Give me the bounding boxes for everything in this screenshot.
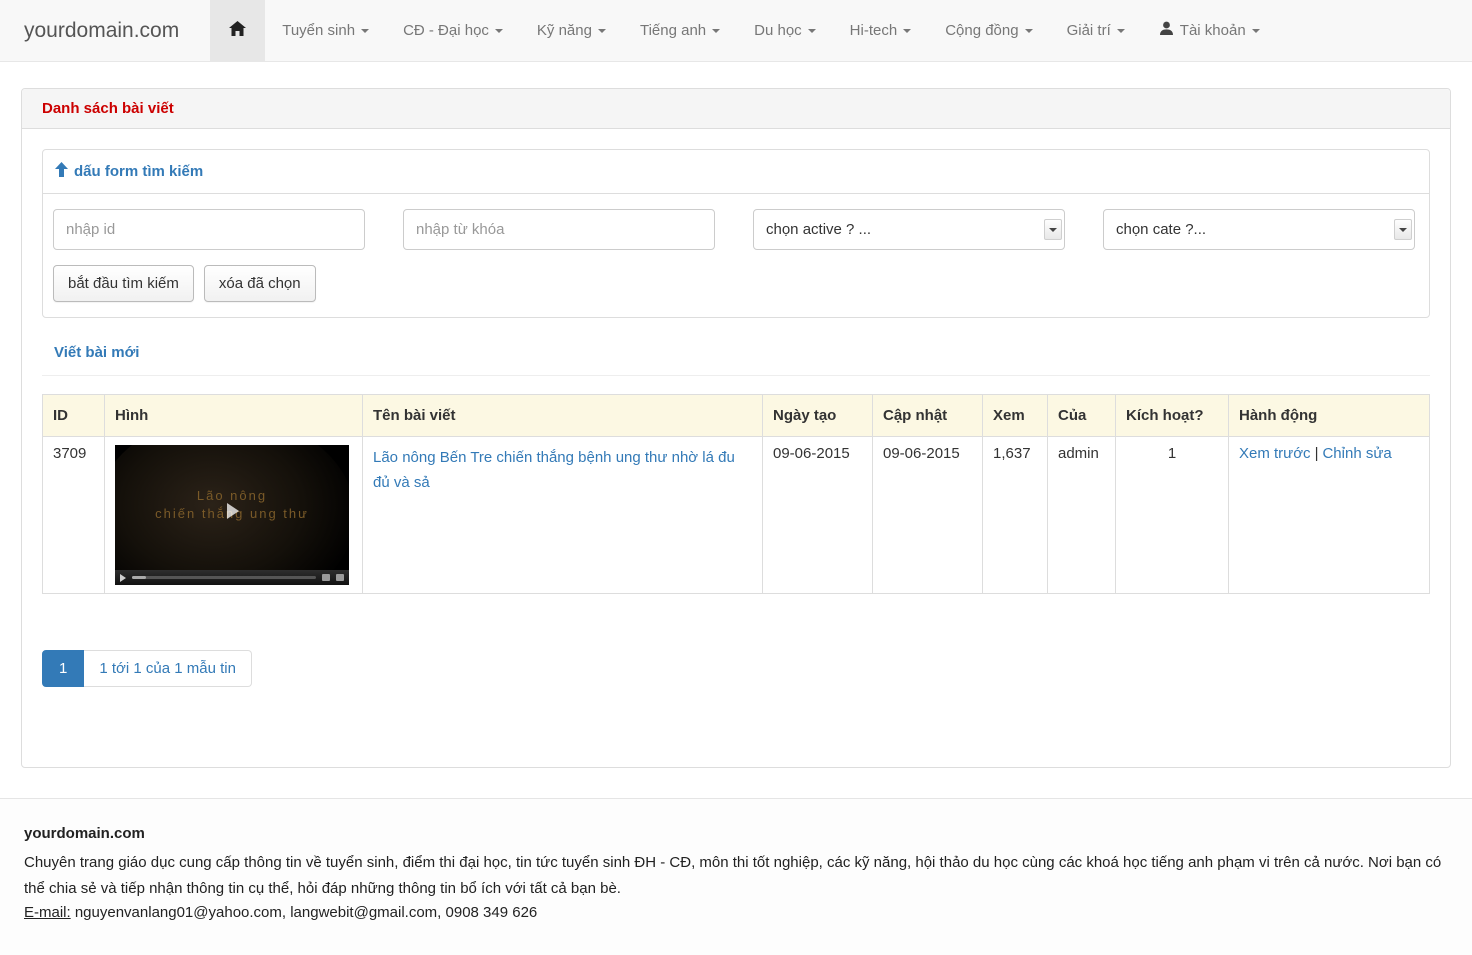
nav-home[interactable] (210, 0, 266, 61)
email-addresses: nguyenvanlang01@yahoo.com, langwebit@gma… (70, 904, 538, 921)
player-play-icon (120, 573, 126, 582)
caret-down-icon (807, 28, 816, 33)
arrow-up-icon (55, 162, 68, 181)
new-post-link[interactable]: Viết bài mới (54, 344, 139, 361)
col-views: Xem (982, 394, 1048, 437)
active-select[interactable]: chọn active ? ... (753, 209, 1065, 250)
col-active: Kích hoạt? (1115, 394, 1229, 437)
cell-owner: admin (1047, 436, 1116, 594)
nav-giai-tri[interactable]: Giải trí (1050, 0, 1142, 61)
search-buttons-row: bắt đầu tìm kiếm xóa đã chọn (53, 265, 1419, 302)
cell-id: 3709 (42, 436, 105, 594)
cell-updated: 09-06-2015 (872, 436, 983, 594)
footer-description: Chuyên trang giáo dục cung cấp thông tin… (24, 854, 1442, 897)
table-row: 3709 Lão nông chiến thắng ung thư Lão nô… (42, 436, 1430, 594)
email-label: E-mail: (24, 904, 71, 921)
col-created: Ngày tạo (762, 394, 873, 437)
page-title: Danh sách bài viết (42, 100, 174, 117)
pagination: 1 1 tới 1 của 1 mẫu tin (42, 650, 252, 687)
col-image: Hình (104, 394, 363, 437)
col-title: Tên bài viết (362, 394, 763, 437)
start-search-button[interactable]: bắt đầu tìm kiếm (53, 265, 194, 302)
post-title-link[interactable]: Lão nông Bến Tre chiến thắng bệnh ung th… (373, 449, 735, 491)
search-form-box: dấu form tìm kiếm chọn active ? ... chọn… (42, 149, 1430, 318)
cell-active: 1 (1115, 436, 1229, 594)
edit-link[interactable]: Chỉnh sửa (1322, 445, 1391, 462)
col-owner: Của (1047, 394, 1116, 437)
brand-logo[interactable]: yourdomain.com (0, 0, 194, 61)
caret-down-icon (1024, 28, 1033, 33)
page-1-button[interactable]: 1 (42, 650, 85, 687)
caret-down-icon (361, 28, 370, 33)
clear-selected-button[interactable]: xóa đã chọn (203, 265, 316, 302)
main-nav: Tuyển sinh CĐ - Đại học Kỹ năng Tiếng an… (210, 0, 1276, 61)
caret-down-icon (712, 28, 721, 33)
search-form-heading: dấu form tìm kiếm (43, 150, 1429, 194)
nav-du-hoc[interactable]: Du học (737, 0, 833, 61)
search-fields-row: chọn active ? ... chọn cate ?... (53, 209, 1419, 250)
nav-cong-dong[interactable]: Cộng đồng (928, 0, 1049, 61)
footer-contact: E-mail: nguyenvanlang01@yahoo.com, langw… (24, 904, 1448, 921)
nav-account[interactable]: Tài khoản (1142, 0, 1277, 61)
table-header-row: ID Hình Tên bài viết Ngày tạo Cập nhật X… (42, 394, 1430, 437)
panel-body: dấu form tìm kiếm chọn active ? ... chọn… (22, 129, 1450, 767)
caret-down-icon (494, 28, 503, 33)
category-select[interactable]: chọn cate ?... (1103, 209, 1415, 250)
player-fullscreen-icon (336, 574, 344, 581)
nav-tieng-anh[interactable]: Tiếng anh (623, 0, 737, 61)
select-caret-icon (1044, 219, 1062, 240)
col-actions: Hành động (1228, 394, 1430, 437)
select-caret-icon (1394, 219, 1412, 240)
preview-link[interactable]: Xem trước (1239, 445, 1311, 462)
caret-down-icon (597, 28, 606, 33)
page-footer: yourdomain.com Chuyên trang giáo dục cun… (0, 798, 1472, 955)
caret-down-icon (1116, 28, 1125, 33)
nav-tuyen-sinh[interactable]: Tuyển sinh (265, 0, 386, 61)
panel-heading: Danh sách bài viết (22, 89, 1450, 129)
articles-table: ID Hình Tên bài viết Ngày tạo Cập nhật X… (42, 394, 1430, 594)
main-content: Danh sách bài viết dấu form tìm kiếm nhậ… (21, 88, 1451, 768)
player-volume-icon (322, 574, 330, 581)
play-icon (227, 503, 239, 519)
col-id: ID (42, 394, 105, 437)
nav-ky-nang[interactable]: Kỹ năng (520, 0, 623, 61)
keyword-input[interactable] (403, 209, 715, 250)
cell-actions: Xem trước | Chỉnh sửa (1228, 436, 1430, 594)
cell-image: Lão nông chiến thắng ung thư (104, 436, 363, 594)
id-input[interactable] (53, 209, 365, 250)
pagination-info: 1 tới 1 của 1 mẫu tin (84, 650, 252, 687)
col-updated: Cập nhật (872, 394, 983, 437)
caret-down-icon (1251, 28, 1260, 33)
cell-created: 09-06-2015 (762, 436, 873, 594)
player-progress-bar (132, 576, 316, 579)
video-thumbnail: Lão nông chiến thắng ung thư (115, 445, 349, 585)
divider (42, 375, 1430, 376)
cell-title: Lão nông Bến Tre chiến thắng bệnh ung th… (362, 436, 763, 594)
video-controls-bar (115, 570, 349, 585)
top-navbar: yourdomain.com Tuyển sinh CĐ - Đại học K… (0, 0, 1472, 62)
caret-down-icon (903, 28, 912, 33)
nav-cd-dai-hoc[interactable]: CĐ - Đại học (386, 0, 520, 61)
hide-search-form-link[interactable]: dấu form tìm kiếm (55, 162, 203, 181)
footer-site-name: yourdomain.com (24, 825, 145, 842)
search-form-body: chọn active ? ... chọn cate ?... bắt đầu… (43, 194, 1429, 317)
articles-panel: Danh sách bài viết dấu form tìm kiếm nhậ… (21, 88, 1451, 768)
action-separator: | (1314, 445, 1319, 462)
home-icon (229, 20, 247, 41)
cell-views: 1,637 (982, 436, 1048, 594)
user-icon (1159, 21, 1174, 40)
nav-hi-tech[interactable]: Hi-tech (833, 0, 929, 61)
